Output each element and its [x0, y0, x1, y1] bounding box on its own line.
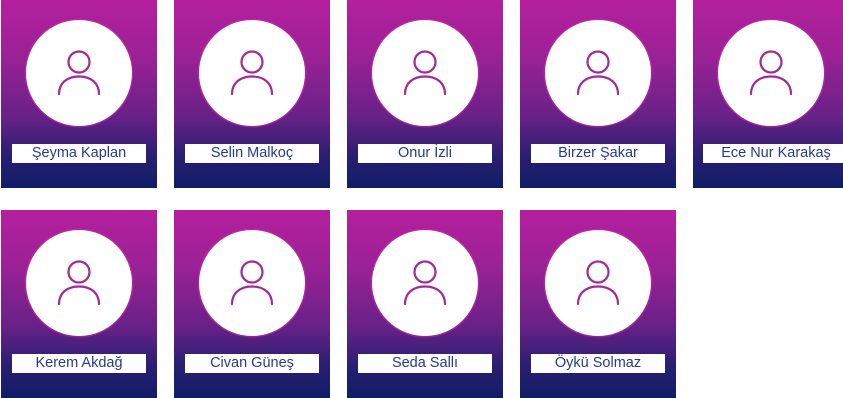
avatar [199, 20, 305, 126]
team-card-onur-izli[interactable]: Onur İzli [347, 0, 503, 188]
team-card-birzer-sakar[interactable]: Birzer Şakar [520, 0, 676, 188]
user-icon [57, 50, 101, 96]
avatar [545, 230, 651, 336]
member-name: Ece Nur Karakaş [703, 144, 843, 163]
team-card-ece-nur-karakas[interactable]: Ece Nur Karakaş [693, 0, 843, 188]
team-card-oyku-solmaz[interactable]: Öykü Solmaz [520, 210, 676, 398]
member-name: Birzer Şakar [531, 144, 665, 163]
team-grid: Şeyma Kaplan Selin Malkoç Onur İzli Birz… [0, 0, 843, 398]
avatar [26, 20, 132, 126]
avatar [718, 20, 824, 126]
user-icon [403, 50, 447, 96]
avatar [545, 20, 651, 126]
member-name: Seda Sallı [358, 354, 492, 373]
member-name: Civan Güneş [185, 354, 319, 373]
user-icon [403, 260, 447, 306]
user-icon [576, 260, 620, 306]
user-icon [230, 50, 274, 96]
team-card-seyma-kaplan[interactable]: Şeyma Kaplan [1, 0, 157, 188]
team-card-kerem-akdag[interactable]: Kerem Akdağ [1, 210, 157, 398]
user-icon [230, 260, 274, 306]
member-name: Öykü Solmaz [531, 354, 665, 373]
member-name: Kerem Akdağ [12, 354, 146, 373]
avatar [199, 230, 305, 336]
user-icon [749, 50, 793, 96]
member-name: Selin Malkoç [185, 144, 319, 163]
member-name: Şeyma Kaplan [12, 144, 146, 163]
team-card-selin-malkoc[interactable]: Selin Malkoç [174, 0, 330, 188]
avatar [26, 230, 132, 336]
user-icon [576, 50, 620, 96]
team-card-seda-salli[interactable]: Seda Sallı [347, 210, 503, 398]
user-icon [57, 260, 101, 306]
avatar [372, 20, 478, 126]
team-card-civan-gunes[interactable]: Civan Güneş [174, 210, 330, 398]
avatar [372, 230, 478, 336]
member-name: Onur İzli [358, 144, 492, 163]
